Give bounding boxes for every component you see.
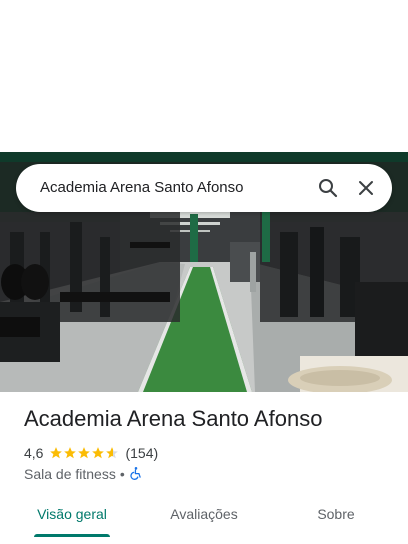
star-icon [50,447,63,459]
place-title: Academia Arena Santo Afonso [24,406,323,431]
active-tab-indicator [34,534,110,537]
star-half-icon [106,447,119,459]
star-rating [49,446,119,460]
category-row: Sala de fitness • [24,465,143,483]
star-icon [78,447,91,459]
star-icon [92,447,105,459]
search-icon[interactable] [316,176,340,200]
star-icon [64,447,77,459]
tab-overview[interactable]: Visão geral [24,496,120,532]
separator: • [119,466,125,482]
wheelchair-icon[interactable] [129,466,143,483]
tab-reviews[interactable]: Avaliações [156,496,252,532]
rating-value: 4,6 [24,445,44,461]
place-tabs: Visão geral Avaliações Sobre [0,496,408,544]
search-bar[interactable]: Academia Arena Santo Afonso [16,164,392,212]
search-input[interactable]: Academia Arena Santo Afonso [40,164,243,212]
rating-row[interactable]: 4,6 (154) [24,444,158,462]
review-count[interactable]: (154) [125,445,158,461]
tab-about[interactable]: Sobre [290,496,382,532]
place-category: Sala de fitness [24,466,116,482]
close-icon[interactable] [354,176,378,200]
